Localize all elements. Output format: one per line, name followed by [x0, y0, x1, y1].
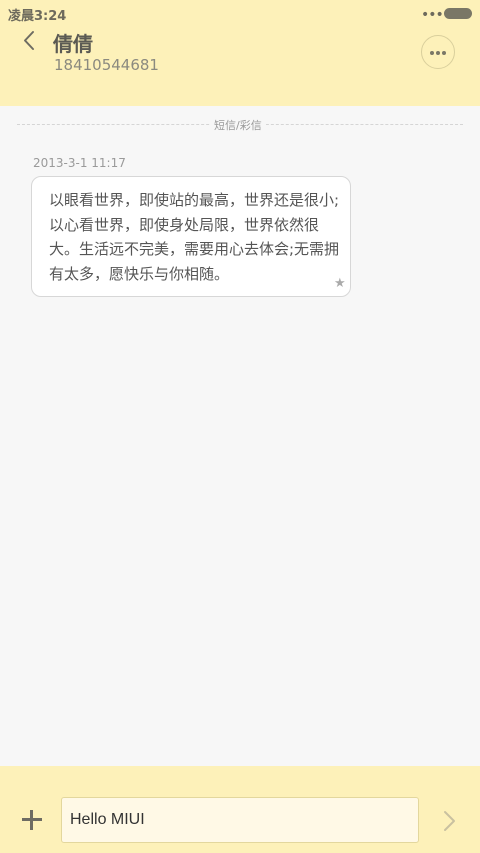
contact-name: 倩倩	[53, 32, 93, 56]
more-dots-icon: •••	[421, 7, 444, 23]
message-text: 以眼看世界，即使站的最高，世界还是很小;以心看世界，即使身处局限，世界依然很大。…	[49, 191, 340, 283]
divider-label: 短信/彩信	[210, 117, 266, 133]
send-button[interactable]	[438, 808, 460, 834]
message-bubble[interactable]: 以眼看世界，即使站的最高，世界还是很小;以心看世界，即使身处局限，世界依然很大。…	[31, 176, 351, 297]
add-attachment-button[interactable]	[20, 808, 44, 832]
contact-phone: 18410544681	[54, 56, 159, 74]
battery-icon	[444, 8, 472, 19]
message-timestamp: 2013-3-1 11:17	[33, 156, 126, 170]
star-icon: ★	[334, 276, 346, 291]
chevron-left-icon	[24, 31, 34, 50]
message-input[interactable]	[61, 797, 419, 843]
chevron-right-icon	[444, 811, 455, 831]
composer-bar	[0, 766, 480, 853]
more-options-button[interactable]	[421, 35, 455, 69]
status-time: 凌晨3:24	[8, 9, 67, 24]
header: 凌晨3:24 ••• 倩倩 18410544681	[0, 0, 480, 106]
back-button[interactable]	[16, 26, 44, 56]
